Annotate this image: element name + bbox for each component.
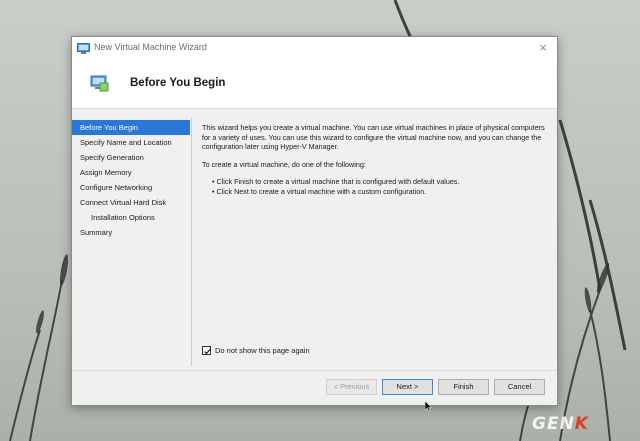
wizard-content: This wizard helps you create a virtual m…	[202, 123, 547, 196]
bullet-finish: • Click Finish to create a virtual machi…	[212, 177, 460, 186]
watermark-text: GEN	[532, 414, 575, 434]
wizard-steps-nav: Before You Begin Specify Name and Locati…	[72, 120, 190, 240]
nav-item-connect-virtual-hard-disk[interactable]: Connect Virtual Hard Disk	[72, 195, 190, 210]
wizard-header: Before You Begin	[72, 59, 557, 109]
instruction-text: To create a virtual machine, do one of t…	[202, 159, 366, 169]
nav-divider	[191, 118, 192, 366]
titlebar[interactable]: New Virtual Machine Wizard ×	[72, 37, 557, 59]
nav-item-assign-memory[interactable]: Assign Memory	[72, 165, 190, 180]
finish-button[interactable]: Finish	[438, 379, 489, 395]
nav-item-summary[interactable]: Summary	[72, 225, 190, 240]
checkmark-icon	[204, 348, 211, 354]
nav-item-configure-networking[interactable]: Configure Networking	[72, 180, 190, 195]
close-button[interactable]: ×	[529, 37, 557, 59]
page-title: Before You Begin	[130, 77, 226, 89]
hyperv-app-icon	[77, 42, 90, 54]
nav-item-before-you-begin[interactable]: Before You Begin	[72, 120, 190, 135]
wizard-footer: < Previous Next > Finish Cancel	[72, 370, 557, 405]
do-not-show-checkbox-row[interactable]: Do not show this page again	[202, 344, 310, 356]
window-title: New Virtual Machine Wizard	[94, 42, 207, 52]
nav-item-specify-name-and-location[interactable]: Specify Name and Location	[72, 135, 190, 150]
bullet-list: • Click Finish to create a virtual machi…	[202, 177, 547, 196]
mouse-cursor-icon	[425, 401, 432, 411]
wizard-body: Before You Begin Specify Name and Locati…	[72, 110, 557, 370]
new-vm-wizard-window: New Virtual Machine Wizard × Before You …	[71, 36, 558, 406]
intro-text: This wizard helps you create a virtual m…	[202, 123, 545, 151]
do-not-show-checkbox[interactable]	[202, 345, 211, 355]
next-button[interactable]: Next >	[382, 379, 433, 395]
previous-button[interactable]: < Previous	[326, 379, 377, 395]
nav-item-specify-generation[interactable]: Specify Generation	[72, 150, 190, 165]
do-not-show-label: Do not show this page again	[215, 345, 310, 355]
watermark-accent: K	[574, 414, 589, 434]
cancel-button[interactable]: Cancel	[494, 379, 545, 395]
nav-item-installation-options[interactable]: Installation Options	[72, 210, 190, 225]
bullet-next: • Click Next to create a virtual machine…	[212, 186, 427, 196]
genk-watermark: GEN K	[532, 412, 589, 436]
virtual-machine-icon	[90, 75, 110, 93]
